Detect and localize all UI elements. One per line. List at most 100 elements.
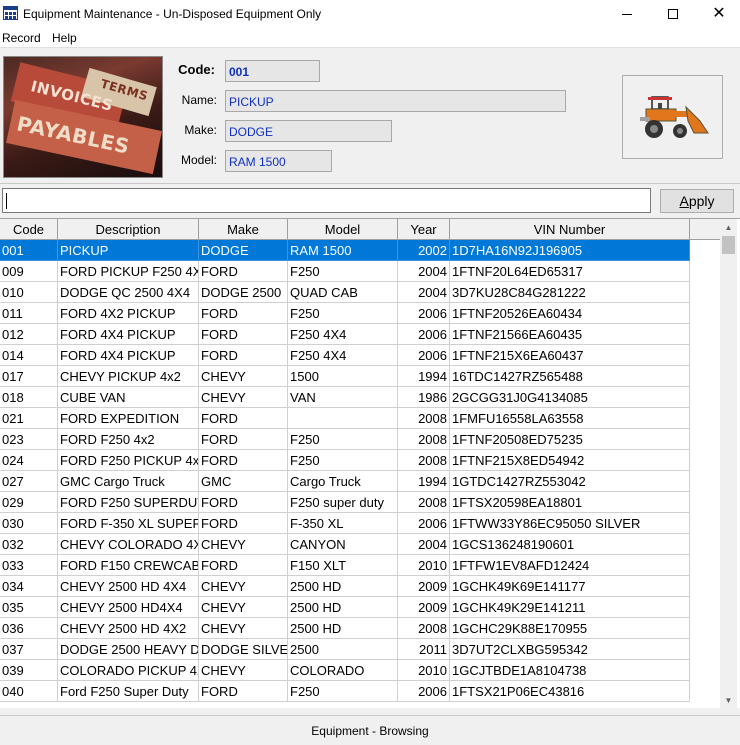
cell-model[interactable]: F250 4X4: [288, 345, 398, 366]
cell-year[interactable]: 1986: [398, 387, 450, 408]
cell-make[interactable]: DODGE SILVER: [199, 639, 288, 660]
table-row[interactable]: 037DODGE 2500 HEAVY DUTYDODGE SILVER2500…: [0, 639, 690, 660]
cell-vin[interactable]: 1GCHK49K69E141177: [450, 576, 690, 597]
table-row[interactable]: 017 CHEVY PICKUP 4x2 CHEVY 1500 1994 16TDC142…: [0, 366, 690, 387]
cell-model[interactable]: F-350 XL: [288, 513, 398, 534]
cell-code[interactable]: 033: [0, 555, 58, 576]
cell-vin[interactable]: 1FTNF20526EA60434: [450, 303, 690, 324]
cell-model[interactable]: [288, 408, 398, 429]
cell-year[interactable]: 2006: [398, 681, 450, 702]
cell-year[interactable]: 2002: [398, 240, 450, 261]
cell-year[interactable]: 2008: [398, 408, 450, 429]
cell-description[interactable]: DODGE QC 2500 4X4: [58, 282, 199, 303]
cell-vin[interactable]: 1GTDC1427RZ553042: [450, 471, 690, 492]
scroll-thumb[interactable]: [722, 236, 735, 254]
cell-description[interactable]: CHEVY PICKUP 4x2: [58, 366, 199, 387]
cell-year[interactable]: 2008: [398, 492, 450, 513]
cell-make[interactable]: CHEVY: [199, 618, 288, 639]
cell-vin[interactable]: 1D7HA16N92J196905: [450, 240, 690, 261]
cell-model[interactable]: VAN: [288, 387, 398, 408]
cell-make[interactable]: CHEVY: [199, 660, 288, 681]
cell-description[interactable]: Ford F250 Super Duty: [58, 681, 199, 702]
cell-description[interactable]: CHEVY COLORADO 4X4: [58, 534, 199, 555]
column-header-vin[interactable]: VIN Number: [450, 219, 690, 240]
cell-model[interactable]: 1500: [288, 366, 398, 387]
cell-model[interactable]: 2500 HD: [288, 618, 398, 639]
table-row[interactable]: 014 FORD 4X4 PICKUP FORD F250 4X4 2006 1FTNF2…: [0, 345, 690, 366]
table-row[interactable]: 032 CHEVY COLORADO 4X4 CHEVY CANYON 2004 1GCS…: [0, 534, 690, 555]
cell-make[interactable]: CHEVY: [199, 597, 288, 618]
cell-model[interactable]: Cargo Truck: [288, 471, 398, 492]
code-field[interactable]: 001: [225, 60, 320, 82]
cell-description[interactable]: FORD EXPEDITION: [58, 408, 199, 429]
table-row[interactable]: 030FORD F-350 XL SUPER DUTYFORDF-350 XL2…: [0, 513, 690, 534]
cell-make[interactable]: DODGE: [199, 240, 288, 261]
close-button[interactable]: ✕: [696, 0, 740, 28]
cell-code[interactable]: 040: [0, 681, 58, 702]
name-field[interactable]: PICKUP: [225, 90, 566, 112]
cell-model[interactable]: F150 XLT: [288, 555, 398, 576]
cell-description[interactable]: FORD 4X4 PICKUP: [58, 324, 199, 345]
cell-code[interactable]: 035: [0, 597, 58, 618]
cell-model[interactable]: F250: [288, 681, 398, 702]
vertical-scrollbar[interactable]: ▲ ▼: [720, 219, 737, 708]
table-row[interactable]: 023 FORD F250 4x2 FORD F250 2008 1FTNF20508ED…: [0, 429, 690, 450]
cell-make[interactable]: CHEVY: [199, 576, 288, 597]
cell-code[interactable]: 024: [0, 450, 58, 471]
cell-model[interactable]: 2500 HD: [288, 597, 398, 618]
cell-model[interactable]: 2500: [288, 639, 398, 660]
cell-description[interactable]: GMC Cargo Truck: [58, 471, 199, 492]
cell-code[interactable]: 030: [0, 513, 58, 534]
cell-model[interactable]: QUAD CAB: [288, 282, 398, 303]
column-header-code[interactable]: Code: [0, 219, 58, 240]
cell-description[interactable]: COLORADO PICKUP 4X4: [58, 660, 199, 681]
cell-make[interactable]: FORD: [199, 555, 288, 576]
apply-button[interactable]: Apply: [660, 189, 734, 213]
cell-year[interactable]: 2008: [398, 429, 450, 450]
cell-model[interactable]: F250 super duty: [288, 492, 398, 513]
cell-make[interactable]: FORD: [199, 324, 288, 345]
cell-vin[interactable]: 1FTSX20598EA18801: [450, 492, 690, 513]
column-header-make[interactable]: Make: [199, 219, 288, 240]
equipment-grid[interactable]: Code Description Make Model Year VIN Num…: [0, 218, 740, 708]
cell-description[interactable]: FORD PICKUP F250 4X4: [58, 261, 199, 282]
table-row[interactable]: 027 GMC Cargo Truck GMC Cargo Truck 1994 1GTD…: [0, 471, 690, 492]
make-field[interactable]: DODGE: [225, 120, 392, 142]
table-row[interactable]: 036 CHEVY 2500 HD 4X2 CHEVY 2500 HD 2008 1GCH…: [0, 618, 690, 639]
cell-vin[interactable]: 1GCHC29K88E170955: [450, 618, 690, 639]
cell-description[interactable]: FORD F250 4x2: [58, 429, 199, 450]
cell-description[interactable]: FORD F-350 XL SUPER DUTY: [58, 513, 199, 534]
cell-vin[interactable]: 1FTWW33Y86EC95050 SILVER: [450, 513, 690, 534]
cell-vin[interactable]: 1FTNF20508ED75235: [450, 429, 690, 450]
cell-description[interactable]: CHEVY 2500 HD 4X2: [58, 618, 199, 639]
cell-model[interactable]: COLORADO: [288, 660, 398, 681]
cell-code[interactable]: 021: [0, 408, 58, 429]
cell-description[interactable]: CHEVY 2500 HD4X4: [58, 597, 199, 618]
cell-year[interactable]: 2009: [398, 576, 450, 597]
cell-make[interactable]: FORD: [199, 345, 288, 366]
cell-make[interactable]: FORD: [199, 429, 288, 450]
cell-code[interactable]: 010: [0, 282, 58, 303]
cell-vin[interactable]: 1FMFU16558LA63558: [450, 408, 690, 429]
table-row[interactable]: 039 COLORADO PICKUP 4X4 CHEVY COLORADO 2010 1…: [0, 660, 690, 681]
cell-code[interactable]: 036: [0, 618, 58, 639]
cell-code[interactable]: 037: [0, 639, 58, 660]
cell-code[interactable]: 014: [0, 345, 58, 366]
cell-model[interactable]: F250: [288, 429, 398, 450]
cell-make[interactable]: FORD: [199, 303, 288, 324]
cell-code[interactable]: 029: [0, 492, 58, 513]
cell-year[interactable]: 2004: [398, 261, 450, 282]
cell-vin[interactable]: 2GCGG31J0G4134085: [450, 387, 690, 408]
table-row[interactable]: 021 FORD EXPEDITION FORD 2008 1FMFU16558LA63…: [0, 408, 690, 429]
table-row[interactable]: 018 CUBE VAN CHEVY VAN 1986 2GCGG31J0G4134085: [0, 387, 690, 408]
cell-description[interactable]: FORD F250 PICKUP 4x4: [58, 450, 199, 471]
cell-make[interactable]: FORD: [199, 408, 288, 429]
cell-vin[interactable]: 1GCJTBDE1A8104738: [450, 660, 690, 681]
cell-year[interactable]: 1994: [398, 471, 450, 492]
table-row[interactable]: 035 CHEVY 2500 HD4X4 CHEVY 2500 HD 2009 1GCHK…: [0, 597, 690, 618]
cell-make[interactable]: DODGE 2500: [199, 282, 288, 303]
menu-record[interactable]: Record: [2, 31, 41, 45]
equipment-picture-button[interactable]: [622, 75, 723, 159]
cell-vin[interactable]: 16TDC1427RZ565488: [450, 366, 690, 387]
cell-description[interactable]: CUBE VAN: [58, 387, 199, 408]
